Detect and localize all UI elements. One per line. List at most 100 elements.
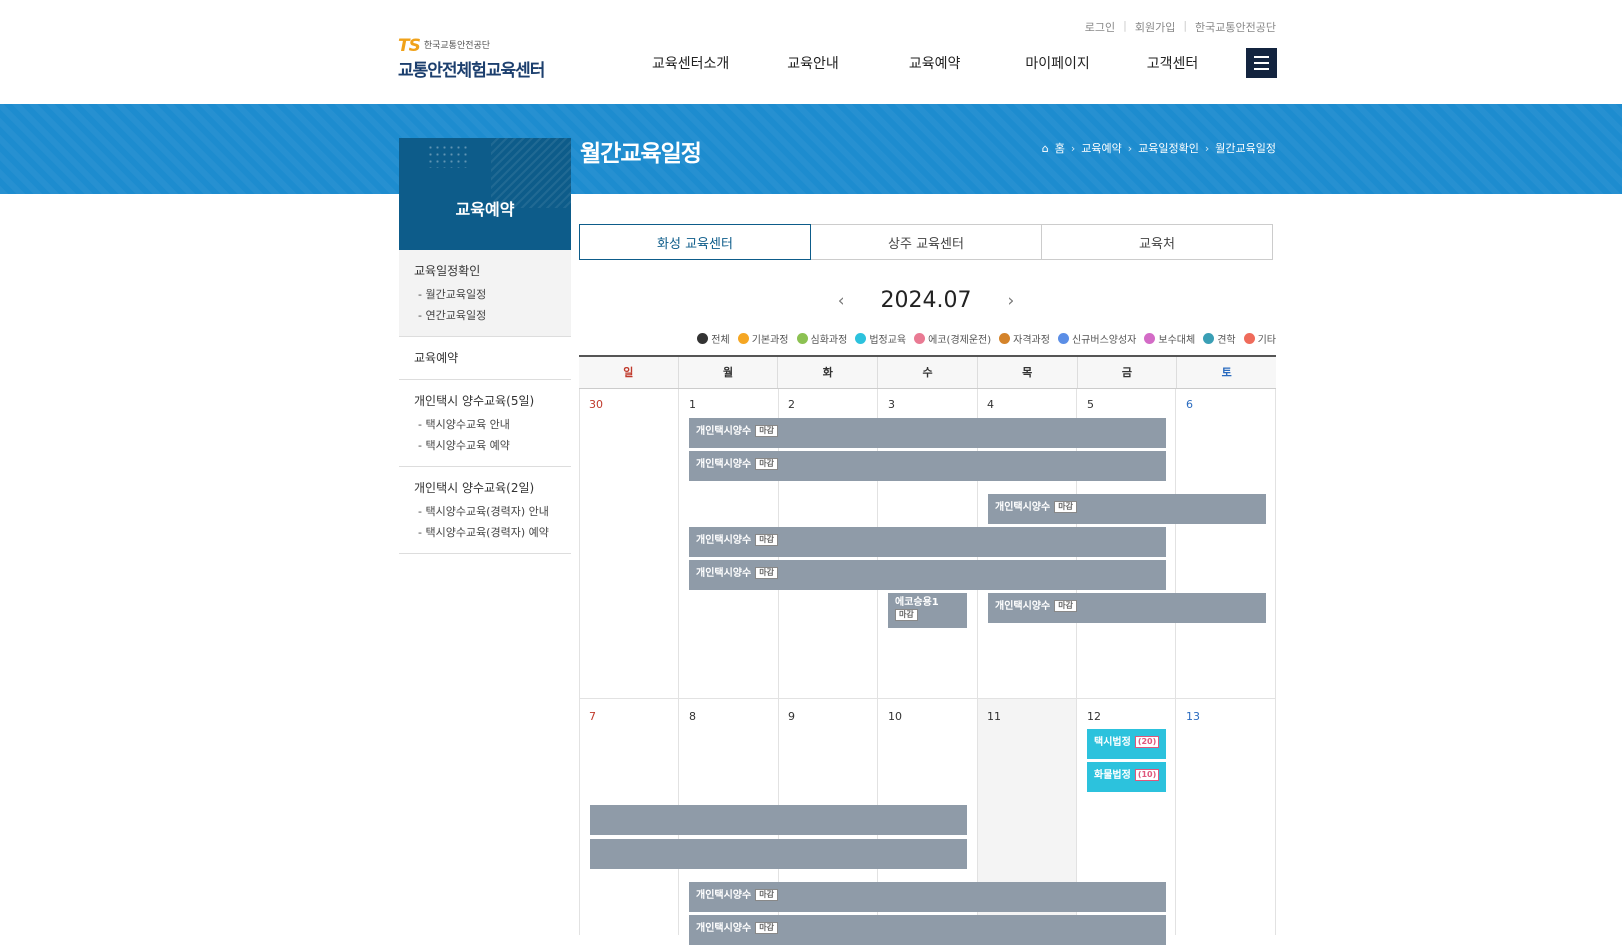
chevron-right-icon: › xyxy=(1127,141,1133,155)
legend-item[interactable]: 기본과정 xyxy=(737,331,789,346)
day-cell-number[interactable]: 5 xyxy=(1087,398,1094,411)
event-bar[interactable]: 개인택시양수 마감 xyxy=(689,882,1166,912)
closed-badge: 마감 xyxy=(1054,600,1077,612)
lnb-title-box: 교육예약 xyxy=(399,138,571,250)
lnb-sub-taxi-guide[interactable]: - 택시양수교육 안내 xyxy=(414,416,556,432)
lnb-sub-taxi-reserve[interactable]: - 택시양수교육 예약 xyxy=(414,437,556,453)
category-legend: 전체 기본과정 심화과정 법정교육 에코(경제운전) 자격과정 신규버스양성자 … xyxy=(697,331,1276,346)
day-cell-number[interactable]: 2 xyxy=(788,398,795,411)
breadcrumb-home[interactable]: 홈 xyxy=(1055,140,1065,156)
seat-count-badge: (20) xyxy=(1134,736,1160,748)
lnb-group: 개인택시 양수교육(2일) - 택시양수교육(경력자) 안내 - 택시양수교육(… xyxy=(399,467,571,554)
closed-badge: 마감 xyxy=(755,922,778,934)
event-bar[interactable]: 개인택시양수 마감 xyxy=(689,560,1166,590)
lnb-title: 교육예약 xyxy=(455,200,515,219)
weekday-sun: 일 xyxy=(623,366,634,379)
closed-badge: 마감 xyxy=(755,425,778,437)
nav-mypage[interactable]: 마이페이지 xyxy=(1025,53,1089,73)
nav-education-reservation[interactable]: 교육예약 xyxy=(909,53,961,73)
lnb-group: 교육예약 xyxy=(399,337,571,380)
chevron-right-icon[interactable]: › xyxy=(1007,291,1014,311)
event-bar[interactable]: 택시법정 (20) xyxy=(1087,729,1166,759)
tab-education-office[interactable]: 교육처 xyxy=(1042,224,1273,260)
lnb-item-taxi-5day[interactable]: 개인택시 양수교육(5일) xyxy=(414,392,556,409)
month-navigator: ‹ 2024.07 › xyxy=(579,288,1273,313)
weekday-mon: 월 xyxy=(677,357,778,388)
day-cell-number[interactable]: 9 xyxy=(788,710,795,723)
chevron-right-icon: › xyxy=(1204,141,1210,155)
event-bar[interactable]: 에코승용1 마감 xyxy=(888,593,967,628)
logo-name: 교통안전체험교육센터 xyxy=(398,61,545,81)
breadcrumb-item[interactable]: 교육일정확인 xyxy=(1138,140,1199,156)
day-cell-number[interactable]: 7 xyxy=(589,710,596,723)
legend-item[interactable]: 심화과정 xyxy=(796,331,847,346)
lnb-sub-monthly[interactable]: - 월간교육일정 xyxy=(414,286,556,302)
home-icon[interactable]: ⌂ xyxy=(1042,142,1049,155)
tab-hwaseong[interactable]: 화성 교육센터 xyxy=(579,224,811,260)
closed-badge: 마감 xyxy=(755,567,778,579)
nav-education-guide[interactable]: 교육안내 xyxy=(787,53,839,73)
legend-item[interactable]: 견학 xyxy=(1203,331,1236,346)
day-cell-number[interactable]: 30 xyxy=(589,398,603,411)
lnb-sub-taxi-exp-reserve[interactable]: - 택시양수교육(경력자) 예약 xyxy=(414,524,556,540)
lnb-sub-annual[interactable]: - 연간교육일정 xyxy=(414,307,556,323)
kotsa-link[interactable]: 한국교통안전공단 xyxy=(1195,19,1276,35)
header: 로그인 | 회원가입 | 한국교통안전공단 TS 한국교통안전공단 교통안전체험교육센… xyxy=(0,0,1622,104)
breadcrumb-item[interactable]: 교육예약 xyxy=(1081,140,1121,156)
day-cell-number[interactable]: 11 xyxy=(987,710,1001,723)
legend-item[interactable]: 신규버스양성자 xyxy=(1057,331,1136,346)
closed-badge: 마감 xyxy=(895,609,918,621)
weekday-fri: 금 xyxy=(1076,357,1177,388)
day-cell-number[interactable]: 8 xyxy=(689,710,696,723)
event-bar[interactable]: 개인택시양수 마감 xyxy=(988,593,1266,623)
weekday-thu: 목 xyxy=(976,357,1077,388)
event-bar[interactable] xyxy=(590,805,967,835)
day-cell-number[interactable]: 1 xyxy=(689,398,696,411)
event-bar[interactable]: 개인택시양수 마감 xyxy=(689,527,1166,557)
day-cell-number[interactable]: 4 xyxy=(987,398,994,411)
legend-item[interactable]: 전체 xyxy=(697,331,730,346)
nav-customer-center[interactable]: 고객센터 xyxy=(1147,53,1199,73)
closed-badge: 마감 xyxy=(755,534,778,546)
hamburger-icon[interactable] xyxy=(1246,48,1277,78)
monthly-calendar: 일 월 화 수 목 금 토 30 1 2 3 4 5 6 개인택시양수 마감 개인… xyxy=(579,355,1276,945)
legend-item[interactable]: 기타 xyxy=(1243,331,1276,346)
site-logo[interactable]: TS 한국교통안전공단 교통안전체험교육센터 xyxy=(398,36,545,81)
center-tabs: 화성 교육센터 상주 교육센터 교육처 xyxy=(579,224,1273,260)
login-link[interactable]: 로그인 xyxy=(1085,19,1115,35)
lnb-sub-taxi-exp-guide[interactable]: - 택시양수교육(경력자) 안내 xyxy=(414,503,556,519)
closed-badge: 마감 xyxy=(1054,501,1077,513)
weekday-tue: 화 xyxy=(777,357,877,388)
event-bar[interactable]: 개인택시양수 마감 xyxy=(689,451,1166,481)
page-title: 월간교육일정 xyxy=(580,141,702,167)
event-bar[interactable]: 개인택시양수 마감 xyxy=(689,418,1166,448)
closed-badge: 마감 xyxy=(755,889,778,901)
seat-count-badge: (10) xyxy=(1134,769,1160,781)
event-bar[interactable] xyxy=(590,839,967,869)
signup-link[interactable]: 회원가입 xyxy=(1135,19,1175,35)
legend-item[interactable]: 법정교육 xyxy=(855,331,906,346)
legend-item[interactable]: 자격과정 xyxy=(999,331,1050,346)
day-cell-number[interactable]: 10 xyxy=(888,710,902,723)
chevron-left-icon[interactable]: ‹ xyxy=(838,291,845,311)
tab-sangju[interactable]: 상주 교육센터 xyxy=(811,224,1042,260)
weekday-header: 일 월 화 수 목 금 토 xyxy=(579,355,1276,389)
day-cell-number[interactable]: 13 xyxy=(1186,710,1200,723)
main-nav: 교육센터소개 교육안내 교육예약 마이페이지 고객센터 xyxy=(652,53,1250,73)
event-bar[interactable]: 개인택시양수 마감 xyxy=(988,494,1266,524)
ts-logo-mark: TS xyxy=(398,36,421,56)
event-bar[interactable]: 개인택시양수 마감 xyxy=(689,915,1166,945)
day-cell-number[interactable]: 3 xyxy=(888,398,895,411)
weekday-wed: 수 xyxy=(877,357,977,388)
closed-badge: 마감 xyxy=(755,458,778,470)
lnb-item-schedule[interactable]: 교육일정확인 xyxy=(414,262,556,279)
legend-item[interactable]: 에코(경제운전) xyxy=(914,331,991,346)
lnb-item-taxi-2day[interactable]: 개인택시 양수교육(2일) xyxy=(414,479,556,496)
nav-center-intro[interactable]: 교육센터소개 xyxy=(652,53,729,73)
event-bar[interactable]: 화물법정 (10) xyxy=(1087,762,1166,792)
day-cell-number[interactable]: 12 xyxy=(1087,710,1101,723)
lnb-item-reservation[interactable]: 교육예약 xyxy=(414,349,556,366)
lnb-group: 교육일정확인 - 월간교육일정 - 연간교육일정 xyxy=(399,250,571,337)
legend-item[interactable]: 보수대체 xyxy=(1144,331,1195,346)
day-cell-number[interactable]: 6 xyxy=(1186,398,1193,411)
